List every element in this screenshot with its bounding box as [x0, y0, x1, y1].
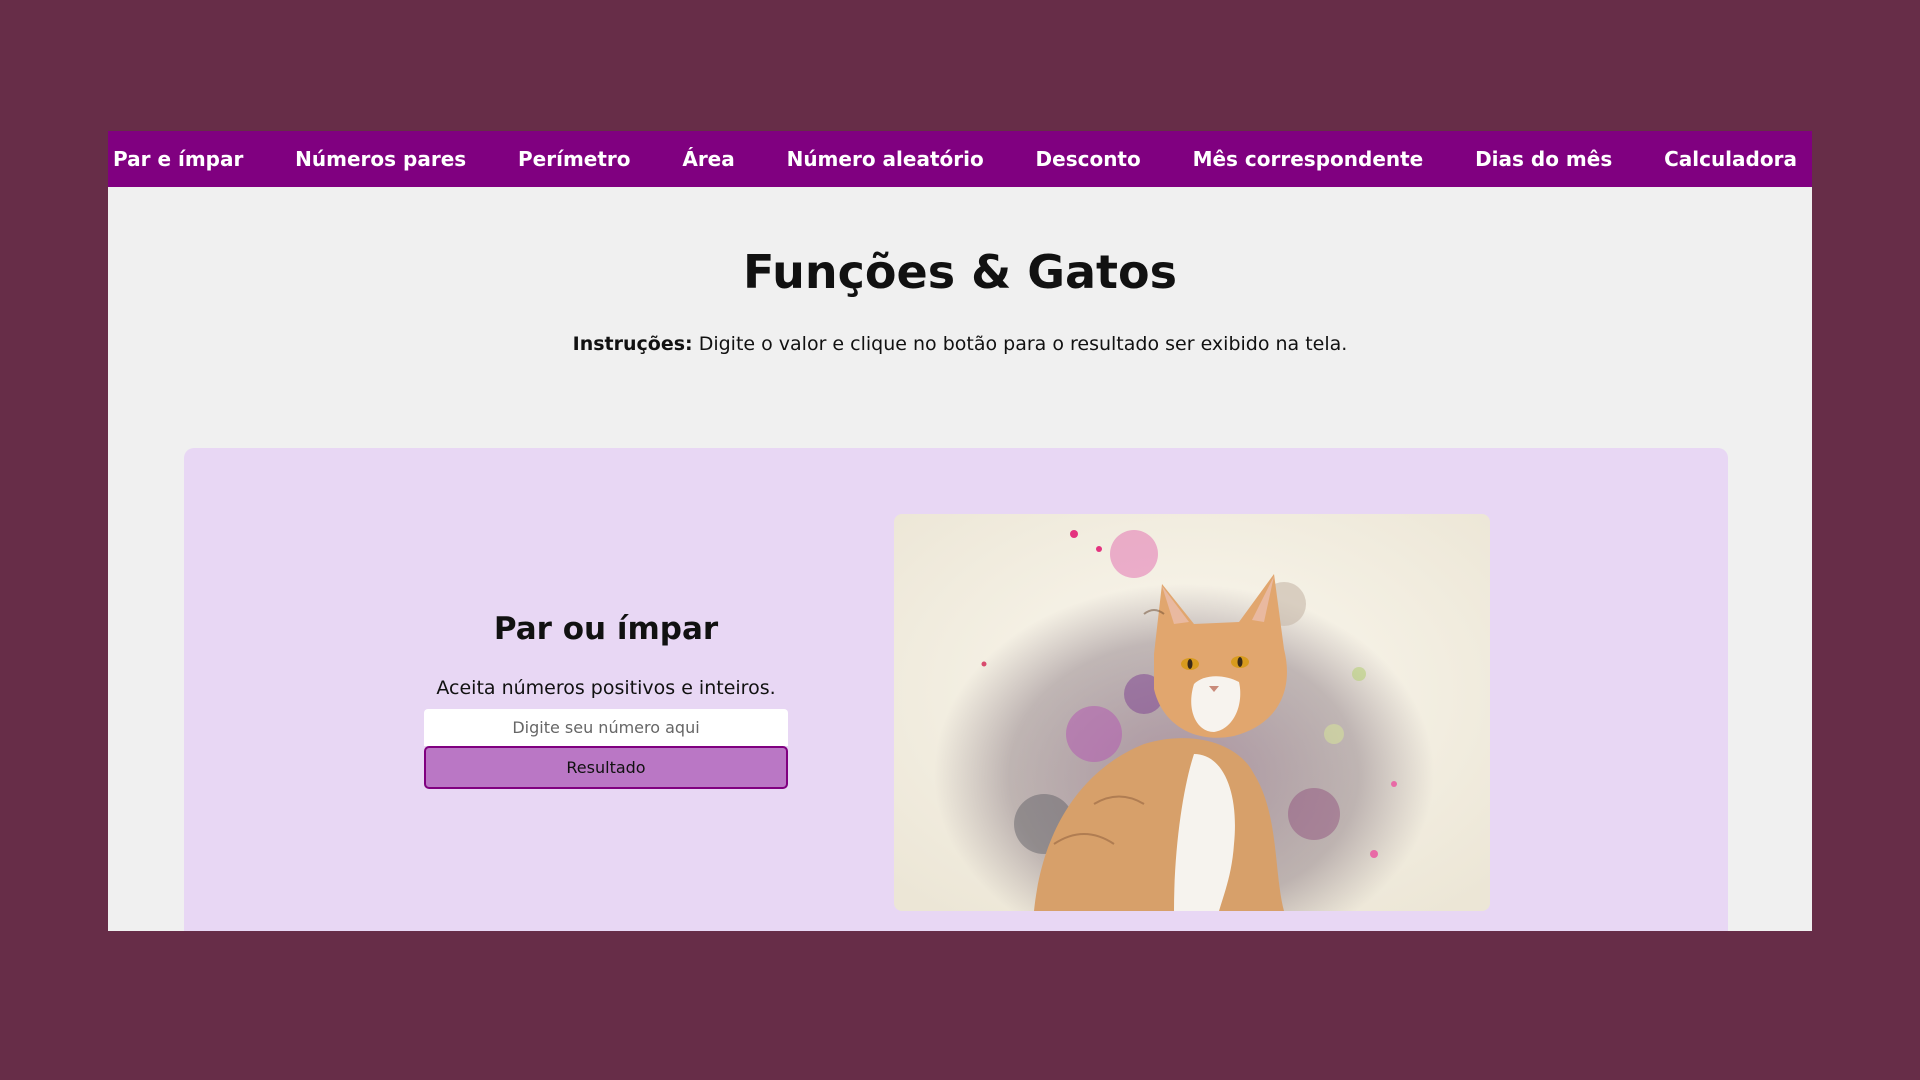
instructions: Instruções: Digite o valor e clique no b… — [108, 333, 1812, 355]
nav-item-mes-correspondente[interactable]: Mês correspondente — [1193, 147, 1424, 171]
nav-item-desconto[interactable]: Desconto — [1036, 147, 1141, 171]
nav-item-numero-aleatorio[interactable]: Número aleatório — [787, 147, 984, 171]
nav-item-calculadora[interactable]: Calculadora — [1664, 147, 1797, 171]
nav-item-numeros-pares[interactable]: Números pares — [295, 147, 466, 171]
page-frame: Par e ímpar Números pares Perímetro Área… — [108, 131, 1812, 931]
nav-item-dias-do-mes[interactable]: Dias do mês — [1475, 147, 1612, 171]
instructions-label: Instruções: — [572, 333, 693, 355]
card-title: Par ou ímpar — [493, 611, 719, 647]
result-button[interactable]: Resultado — [424, 746, 788, 789]
content-panel: Par ou ímpar Aceita números positivos e … — [184, 448, 1728, 931]
number-input[interactable] — [424, 709, 788, 746]
top-nav: Par e ímpar Números pares Perímetro Área… — [108, 131, 1812, 187]
page-title: Funções & Gatos — [743, 245, 1177, 299]
instructions-text: Digite o valor e clique no botão para o … — [692, 333, 1348, 355]
cat-watercolor-image — [894, 514, 1490, 911]
card-description: Aceita números positivos e inteiros. — [436, 677, 776, 699]
nav-item-par-e-impar[interactable]: Par e ímpar — [113, 147, 243, 171]
par-ou-impar-card: Par ou ímpar Aceita números positivos e … — [424, 611, 788, 789]
nav-item-area[interactable]: Área — [682, 147, 734, 171]
nav-item-perimetro[interactable]: Perímetro — [518, 147, 631, 171]
